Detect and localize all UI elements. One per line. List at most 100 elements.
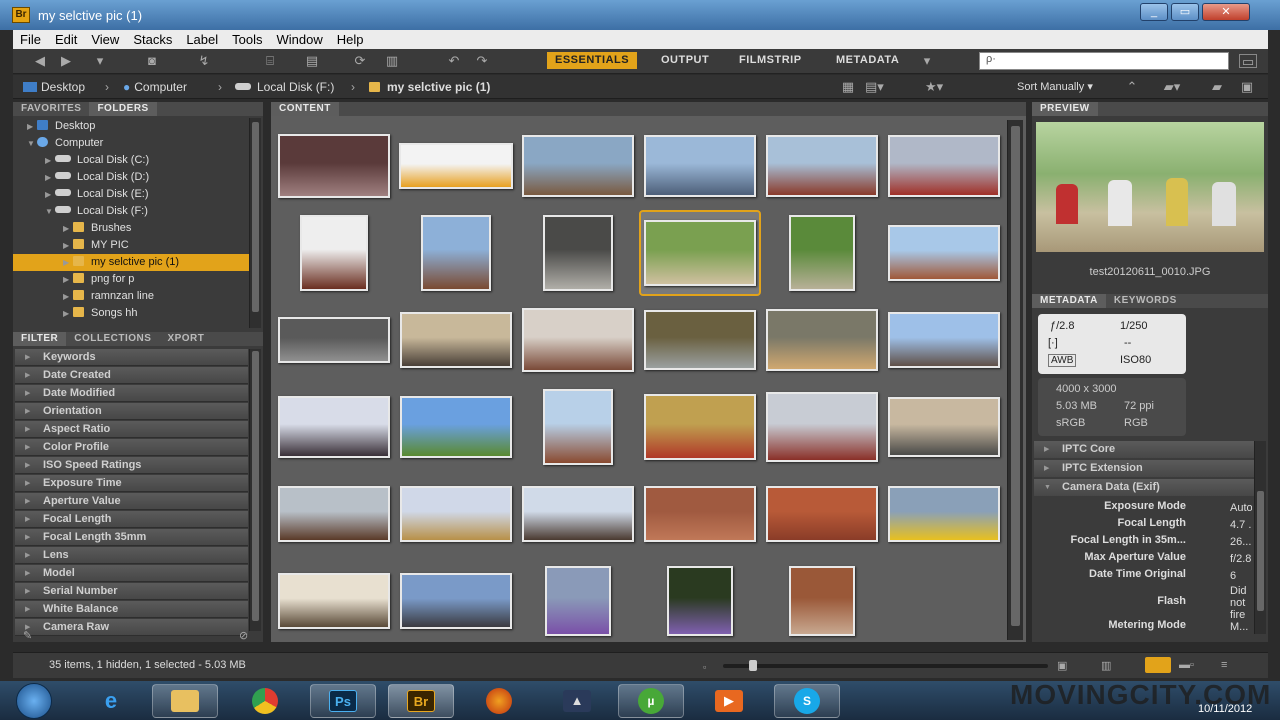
filter-category[interactable]: White Balance: [15, 601, 248, 618]
thumbnail-image[interactable]: [644, 394, 756, 460]
thumbnail-cell[interactable]: [395, 471, 517, 557]
thumbnail-cell[interactable]: [639, 210, 761, 296]
thumbnail-image[interactable]: [278, 134, 390, 198]
folder-tree-item[interactable]: ▼ Computer: [13, 135, 249, 152]
taskbar-internet-explorer[interactable]: e: [78, 684, 144, 718]
star-filter-icon[interactable]: ★▾: [925, 80, 943, 94]
thumbnail-image[interactable]: [522, 308, 634, 372]
filter-category[interactable]: Aspect Ratio: [15, 421, 248, 438]
view-list-icon[interactable]: ≡: [1221, 659, 1227, 671]
camera-import-icon[interactable]: ◙: [143, 54, 161, 68]
thumbnail-cell[interactable]: [273, 123, 395, 209]
thumbnail-image[interactable]: [644, 220, 756, 286]
filter-category[interactable]: Focal Length: [15, 511, 248, 528]
thumbnail-cell[interactable]: [517, 123, 639, 209]
thumbnail-image[interactable]: [421, 215, 491, 291]
section-iptc-extension[interactable]: IPTC Extension: [1034, 460, 1254, 477]
expand-chevron-icon[interactable]: ▶: [45, 152, 55, 169]
filter-category[interactable]: Date Created: [15, 367, 248, 384]
expand-chevron-icon[interactable]: ▶: [45, 169, 55, 186]
menu-stacks[interactable]: Stacks: [126, 30, 179, 49]
thumbnail-cell[interactable]: [395, 384, 517, 470]
lock-grid-icon[interactable]: ▥: [1101, 659, 1111, 672]
thumbnail-cell[interactable]: [761, 384, 883, 470]
thumbnail-image[interactable]: [766, 135, 878, 197]
thumbnail-image[interactable]: [888, 225, 1000, 281]
scrollbar-thumb[interactable]: [252, 122, 259, 312]
tab-preview[interactable]: PREVIEW: [1032, 102, 1098, 116]
taskbar-chrome[interactable]: [232, 684, 298, 718]
workspace-menu-chevron-down-icon[interactable]: ▾: [918, 54, 936, 68]
thumbnail-cell[interactable]: [761, 297, 883, 383]
taskbar-skype[interactable]: S: [774, 684, 840, 718]
review-mode-icon[interactable]: ⌸: [261, 54, 279, 68]
thumbnail-image[interactable]: [789, 566, 855, 636]
rotate-left-icon[interactable]: ↶: [445, 54, 463, 68]
filter-category[interactable]: Date Modified: [15, 385, 248, 402]
folder-tree-item[interactable]: ▶ Desktop: [13, 118, 249, 135]
thumbnail-cell[interactable]: [761, 123, 883, 209]
folder-tree-item[interactable]: ▶ my selctive pic (1): [13, 254, 249, 271]
open-in-icon[interactable]: ▥: [383, 54, 401, 68]
filter-category[interactable]: Orientation: [15, 403, 248, 420]
taskbar-explorer[interactable]: [152, 684, 218, 718]
thumbnail-cell[interactable]: [639, 123, 761, 209]
breadcrumb-local-disk-f[interactable]: Local Disk (F:): [235, 80, 334, 94]
menu-view[interactable]: View: [84, 30, 126, 49]
filter-category[interactable]: ISO Speed Ratings: [15, 457, 248, 474]
thumbnail-cell[interactable]: [883, 123, 1005, 209]
workspace-output[interactable]: OUTPUT: [653, 52, 717, 69]
view-details-icon[interactable]: ▬▫: [1179, 659, 1194, 671]
thumbnail-image[interactable]: [543, 389, 613, 465]
view-options-icon[interactable]: ▤▾: [865, 80, 884, 94]
scrollbar-thumb[interactable]: [1011, 126, 1020, 626]
expand-chevron-icon[interactable]: ▶: [63, 305, 73, 322]
breadcrumb-computer[interactable]: ● Computer: [123, 80, 187, 94]
expand-chevron-icon[interactable]: ▶: [63, 220, 73, 237]
tab-metadata[interactable]: METADATA: [1032, 294, 1106, 308]
workspace-metadata[interactable]: METADATA: [828, 52, 907, 69]
expand-chevron-icon[interactable]: ▶: [63, 237, 73, 254]
sort-ascending-icon[interactable]: ⌃: [1123, 80, 1141, 94]
breadcrumb-current-folder[interactable]: my selctive pic (1): [369, 80, 490, 94]
tab-collections[interactable]: COLLECTIONS: [66, 332, 159, 346]
thumbnail-image[interactable]: [400, 573, 512, 629]
thumbnail-image[interactable]: [644, 310, 756, 370]
thumbnail-cell[interactable]: [517, 558, 639, 644]
tab-folders[interactable]: FOLDERS: [89, 102, 157, 116]
zoom-in-icon[interactable]: ▣: [1057, 659, 1067, 672]
folder-tree-item[interactable]: ▶ Local Disk (D:): [13, 169, 249, 186]
thumbnail-cell[interactable]: [639, 384, 761, 470]
recent-folder-icon[interactable]: ▾: [91, 54, 109, 68]
back-arrow-icon[interactable]: ◀: [31, 54, 49, 68]
filter-category[interactable]: Exposure Time: [15, 475, 248, 492]
thumbnail-cell[interactable]: [273, 558, 395, 644]
expand-chevron-icon[interactable]: ▶: [45, 186, 55, 203]
refine-icon[interactable]: ↯: [195, 54, 213, 68]
folder-tree-item[interactable]: ▶ ramnzan line: [13, 288, 249, 305]
expand-chevron-icon[interactable]: ▶: [63, 254, 73, 271]
thumbnail-cell[interactable]: [273, 297, 395, 383]
menu-help[interactable]: Help: [330, 30, 371, 49]
rotate-right-icon[interactable]: ↷: [473, 54, 491, 68]
folder-tree-item[interactable]: ▼ Local Disk (F:): [13, 203, 249, 220]
thumbnail-image[interactable]: [888, 486, 1000, 542]
workspace-filmstrip[interactable]: FILMSTRIP: [731, 52, 810, 69]
thumbnail-cell[interactable]: [273, 471, 395, 557]
thumbnail-cell[interactable]: [273, 384, 395, 470]
thumbnail-image[interactable]: [278, 317, 390, 363]
tab-keywords[interactable]: KEYWORDS: [1106, 294, 1185, 308]
thumbnail-cell[interactable]: [395, 123, 517, 209]
forward-arrow-icon[interactable]: ▶: [57, 54, 75, 68]
compact-mode-icon[interactable]: ▭: [1239, 54, 1257, 69]
thumbnail-image[interactable]: [522, 135, 634, 197]
filter-category[interactable]: Aperture Value: [15, 493, 248, 510]
clock-date[interactable]: 10/11/2012: [1198, 703, 1252, 715]
thumbnail-image[interactable]: [278, 486, 390, 542]
filter-category[interactable]: Color Profile: [15, 439, 248, 456]
expand-chevron-icon[interactable]: ▶: [27, 118, 37, 135]
breadcrumb-desktop[interactable]: Desktop: [23, 80, 85, 94]
thumbnail-image[interactable]: [300, 215, 368, 291]
workspace-essentials[interactable]: ESSENTIALS: [547, 52, 638, 69]
filter-category[interactable]: Serial Number: [15, 583, 248, 600]
